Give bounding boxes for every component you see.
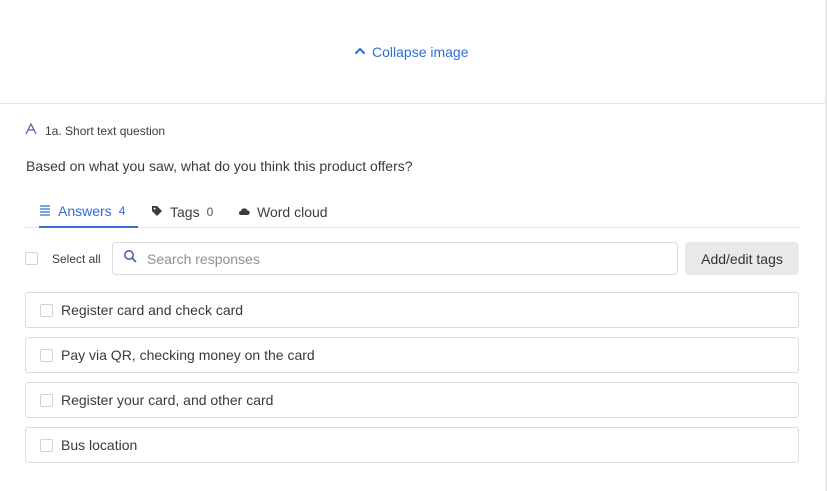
response-checkbox[interactable]	[40, 348, 53, 362]
response-text: Pay via QR, checking money on the card	[61, 347, 315, 363]
tag-icon	[151, 204, 163, 220]
collapse-image-button[interactable]: Collapse image	[354, 44, 469, 60]
search-icon	[123, 249, 137, 268]
responses-list: Register card and check card Pay via QR,…	[25, 292, 799, 472]
select-all-label: Select all	[52, 251, 101, 266]
tab-tags-count: 0	[206, 204, 214, 219]
response-row[interactable]: Register card and check card	[25, 292, 799, 328]
response-text: Register your card, and other card	[61, 392, 274, 408]
image-collapse-area: Collapse image	[0, 0, 825, 104]
response-row[interactable]: Bus location	[25, 427, 799, 463]
select-all-control[interactable]: Select all	[25, 242, 101, 275]
search-box	[112, 242, 678, 275]
response-checkbox[interactable]	[40, 438, 53, 452]
select-all-checkbox[interactable]	[25, 252, 38, 265]
text-type-icon	[25, 123, 37, 138]
tab-word-cloud-label: Word cloud	[257, 203, 328, 220]
response-row[interactable]: Register your card, and other card	[25, 382, 799, 418]
tab-tags[interactable]: Tags 0	[151, 195, 213, 228]
question-type: 1a. Short text question	[25, 123, 165, 138]
tab-answers-count: 4	[118, 203, 126, 218]
list-icon	[39, 203, 51, 219]
response-checkbox[interactable]	[40, 393, 53, 407]
collapse-image-label: Collapse image	[372, 44, 469, 60]
tab-answers-label: Answers	[58, 202, 112, 219]
responses-toolbar: Select all Add/edit tags	[25, 242, 799, 275]
response-row[interactable]: Pay via QR, checking money on the card	[25, 337, 799, 373]
add-edit-tags-button[interactable]: Add/edit tags	[685, 242, 799, 275]
tab-word-cloud[interactable]: Word cloud	[238, 195, 328, 228]
question-text: Based on what you saw, what do you think…	[26, 158, 413, 174]
search-input[interactable]	[147, 250, 647, 267]
tab-tags-label: Tags	[170, 203, 200, 220]
results-tabs: Answers 4 Tags 0 Word cloud	[25, 195, 799, 228]
response-checkbox[interactable]	[40, 303, 53, 317]
question-type-label: 1a. Short text question	[45, 123, 166, 138]
cloud-icon	[238, 204, 250, 220]
response-text: Register card and check card	[61, 302, 244, 318]
tab-answers[interactable]: Answers 4	[39, 195, 138, 228]
chevron-up-icon	[354, 44, 366, 60]
response-text: Bus location	[61, 437, 138, 453]
